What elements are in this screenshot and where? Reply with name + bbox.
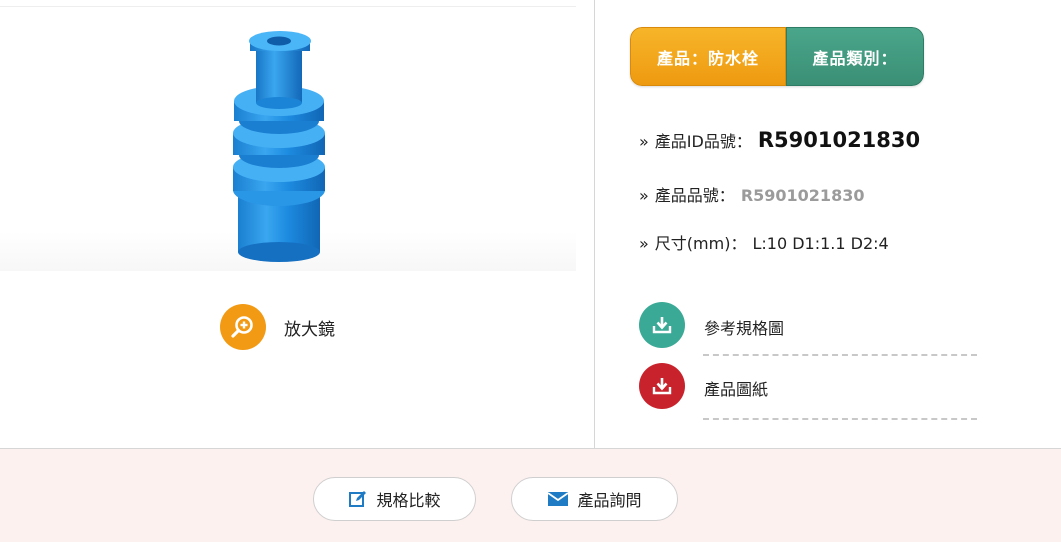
download-product-drawing[interactable]: 產品圖紙: [639, 363, 977, 429]
compare-specs-label: 規格比較: [376, 491, 441, 510]
product-inquiry-label: 產品詢問: [577, 491, 642, 510]
product-inquiry-button[interactable]: 產品詢問: [511, 477, 678, 521]
spec-id-label: 產品ID品號：: [654, 132, 752, 151]
tab-category[interactable]: 產品類別：: [786, 27, 924, 86]
download-spec-drawing-label: 參考規格圖: [704, 319, 785, 338]
spec-id-row: » 產品ID品號： R5901021830: [639, 128, 920, 152]
bullet: »: [639, 234, 649, 253]
magnifier-label: 放大鏡: [284, 319, 335, 340]
product-image[interactable]: [228, 25, 338, 265]
tab-product[interactable]: 產品：防水栓: [630, 27, 786, 86]
compare-specs-button[interactable]: 規格比較: [313, 477, 476, 521]
spec-part-row: » 產品品號： R5901021830: [639, 182, 864, 206]
spec-size-value: L:10 D1:1.1 D2:4: [752, 234, 889, 253]
edit-icon: [349, 491, 367, 507]
download-icon-circle: [639, 302, 685, 348]
download-product-drawing-label: 產品圖紙: [704, 380, 769, 399]
download-tray-icon: [652, 378, 672, 395]
dashed-divider: [703, 418, 977, 420]
envelope-icon: [547, 492, 570, 506]
spec-id-value: R5901021830: [757, 128, 921, 152]
product-gallery: 放大鏡: [0, 0, 594, 448]
dashed-divider: [703, 354, 977, 356]
spec-size-label: 尺寸(mm)：: [654, 234, 747, 253]
zoom-in-icon: [231, 316, 253, 338]
download-icon-circle: [639, 363, 685, 409]
magnifier-button[interactable]: 放大鏡: [220, 304, 335, 350]
footer-action-bar: 規格比較 產品詢問: [0, 448, 1061, 542]
product-image-area: [0, 6, 576, 271]
product-info-panel: 產品：防水栓 產品類別： » 產品ID品號： R5901021830 » 產品品…: [595, 0, 1061, 448]
spec-size-row: » 尺寸(mm)： L:10 D1:1.1 D2:4: [639, 230, 889, 254]
bullet: »: [639, 186, 649, 205]
download-tray-icon: [652, 317, 672, 334]
magnifier-icon-circle: [220, 304, 266, 350]
spec-part-value: R5901021830: [740, 186, 865, 205]
download-spec-drawing[interactable]: 參考規格圖: [639, 302, 977, 368]
bullet: »: [639, 132, 649, 151]
spec-part-label: 產品品號：: [654, 186, 735, 205]
product-tabs: 產品：防水栓 產品類別：: [630, 27, 924, 86]
